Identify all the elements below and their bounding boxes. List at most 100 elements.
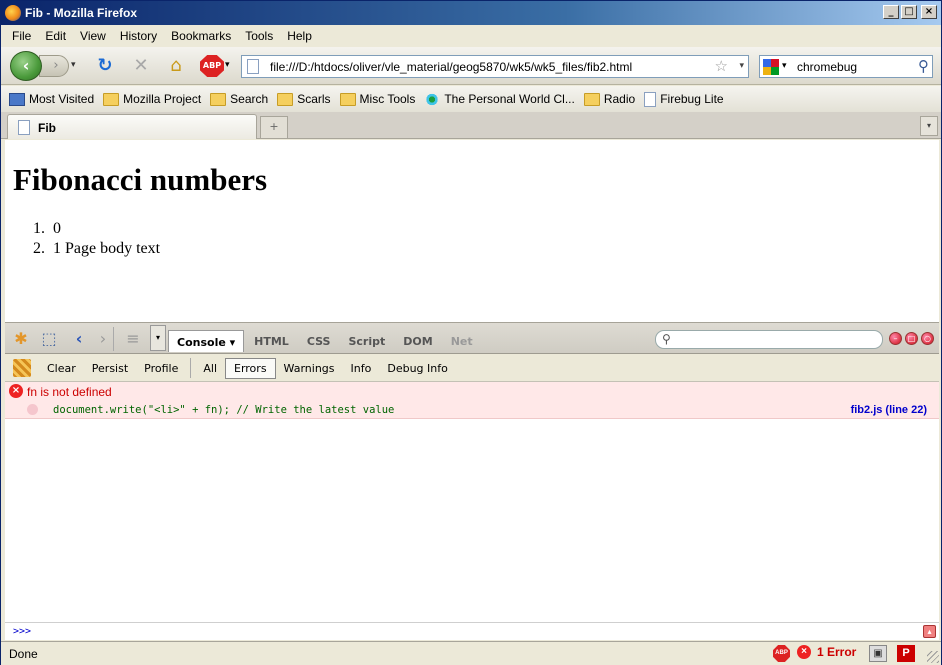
firefox-window: Fib - Mozilla Firefox _ □ × File Edit Vi… [0, 0, 942, 665]
filter-debug-info-button[interactable]: Debug Info [379, 359, 456, 378]
url-dropdown-icon[interactable]: ▾ [739, 61, 744, 71]
home-icon[interactable]: ⌂ [164, 55, 188, 77]
resize-grip-icon[interactable] [927, 651, 939, 663]
expand-command-editor-icon[interactable]: ▴ [923, 625, 936, 638]
panel-dropdown-icon[interactable]: ▾ [150, 325, 166, 351]
menu-view[interactable]: View [73, 29, 113, 43]
bookmark-label: The Personal World Cl... [444, 92, 575, 106]
close-firebug-icon[interactable]: ○ [921, 332, 934, 345]
tab-dom[interactable]: DOM [395, 332, 440, 352]
bookmark-most-visited[interactable]: Most Visited [9, 92, 94, 106]
status-text: Done [9, 647, 38, 661]
folder-icon [583, 92, 600, 106]
command-line[interactable]: >>> ▴ [5, 622, 939, 640]
fib-list: 1. 0 2. 1 Page body text [33, 220, 161, 260]
folder-icon [103, 92, 120, 106]
bookmark-scarls[interactable]: Scarls [277, 92, 331, 106]
filter-info-button[interactable]: Info [343, 359, 380, 378]
bookmark-radio[interactable]: Radio [583, 92, 636, 106]
profile-button[interactable]: Profile [136, 359, 186, 378]
adblock-dropdown-icon[interactable]: ▾ [225, 60, 230, 70]
filter-all-button[interactable]: All [195, 359, 225, 378]
reload-icon[interactable]: ↻ [93, 55, 117, 77]
bookmark-firebug-lite[interactable]: Firebug Lite [644, 91, 724, 107]
list-text: 1 Page body text [53, 240, 161, 257]
close-button[interactable]: × [921, 5, 937, 19]
google-icon[interactable] [763, 59, 779, 75]
bookmark-label: Misc Tools [359, 92, 416, 106]
search-engine-dropdown-icon[interactable]: ▾ [782, 61, 787, 71]
bookmark-mozilla-project[interactable]: Mozilla Project [103, 92, 201, 106]
search-input[interactable]: chromebug [797, 60, 857, 74]
title-bar[interactable]: Fib - Mozilla Firefox _ □ × [1, 1, 941, 25]
error-entry[interactable]: × fn is not defined document.write("<li>… [5, 382, 939, 419]
folder-icon [277, 92, 294, 106]
forward-button[interactable]: › [39, 55, 69, 77]
breakpoint-icon[interactable] [27, 404, 38, 415]
maximize-button[interactable]: □ [901, 5, 917, 19]
status-bar: Done ABP × 1 Error ▣ P [1, 641, 941, 665]
broom-icon[interactable] [13, 359, 31, 377]
menu-edit[interactable]: Edit [38, 29, 73, 43]
console-output: × fn is not defined document.write("<li>… [5, 382, 939, 622]
window-title: Fib - Mozilla Firefox [25, 6, 138, 20]
bookmark-star-icon[interactable]: ☆ [715, 57, 728, 75]
menu-help[interactable]: Help [280, 29, 319, 43]
tab-list-dropdown-icon[interactable]: ▾ [920, 116, 938, 136]
search-icon[interactable]: ⚲ [918, 57, 929, 75]
adblock-status-icon[interactable]: ABP [773, 645, 790, 662]
most-visited-icon [9, 92, 25, 106]
forward-arrow-icon[interactable]: › [93, 329, 113, 349]
tab-script[interactable]: Script [340, 332, 393, 352]
screen-icon[interactable]: ▣ [869, 645, 887, 662]
new-tab-button[interactable]: + [260, 116, 288, 138]
bookmarks-toolbar: Most Visited Mozilla Project Search Scar… [1, 86, 941, 112]
page-icon [247, 59, 259, 74]
menu-history[interactable]: History [113, 29, 164, 43]
tab-net[interactable]: Net [443, 332, 481, 352]
search-icon: ⚲ [662, 332, 671, 346]
p-addon-icon[interactable]: P [897, 645, 915, 662]
stop-icon[interactable]: ✕ [129, 55, 153, 77]
minimize-button[interactable]: _ [883, 5, 899, 19]
divider [190, 358, 192, 378]
tab-fib[interactable]: Fib [7, 114, 257, 139]
bookmark-search[interactable]: Search [210, 92, 268, 106]
menu-tools[interactable]: Tools [238, 29, 280, 43]
persist-button[interactable]: Persist [84, 359, 136, 378]
back-button[interactable]: ‹ [10, 51, 42, 81]
url-input[interactable]: file:///D:/htdocs/oliver/vle_material/ge… [270, 60, 632, 74]
menu-file[interactable]: File [5, 29, 38, 43]
bookmark-label: Search [230, 92, 269, 106]
page-content: Fibonacci numbers 1. 0 2. 1 Page body te… [5, 140, 939, 322]
bookmark-label: Radio [603, 92, 636, 106]
bookmark-misc-tools[interactable]: Misc Tools [339, 92, 416, 106]
history-dropdown-icon[interactable]: ▾ [71, 60, 76, 70]
command-editor-icon[interactable]: ≡ [123, 329, 143, 349]
minimize-firebug-icon[interactable]: – [889, 332, 902, 345]
adblock-plus-icon[interactable]: ABP [200, 55, 224, 77]
error-message[interactable]: fn is not defined [27, 385, 112, 399]
error-location-link[interactable]: fib2.js (line 22) [851, 404, 927, 416]
tab-css[interactable]: CSS [299, 332, 339, 352]
search-bar[interactable]: ▾ chromebug ⚲ [759, 55, 933, 78]
filter-warnings-button[interactable]: Warnings [276, 359, 343, 378]
inspect-icon[interactable]: ⬚ [39, 329, 59, 349]
tab-label: Fib [38, 121, 56, 135]
firebug-search-input[interactable]: ⚲ [655, 330, 883, 349]
error-source-line: document.write("<li>" + fn); // Write th… [53, 404, 395, 416]
window-controls: _ □ × [883, 5, 937, 19]
detach-firebug-icon[interactable]: □ [905, 332, 918, 345]
error-count: 1 Error [817, 645, 857, 659]
menu-bar: File Edit View History Bookmarks Tools H… [1, 25, 941, 47]
back-arrow-icon[interactable]: ‹ [69, 329, 89, 349]
tab-console[interactable]: Console ▾ [168, 330, 245, 352]
filter-errors-button[interactable]: Errors [225, 357, 276, 379]
firebug-error-indicator[interactable]: × 1 Error [797, 645, 856, 659]
url-bar[interactable]: file:///D:/htdocs/oliver/vle_material/ge… [241, 55, 749, 78]
clear-button[interactable]: Clear [39, 359, 84, 378]
firebug-icon[interactable]: ✱ [11, 329, 31, 349]
tab-html[interactable]: HTML [246, 332, 297, 352]
menu-bookmarks[interactable]: Bookmarks [164, 29, 238, 43]
bookmark-personal-world[interactable]: The Personal World Cl... [424, 92, 575, 106]
